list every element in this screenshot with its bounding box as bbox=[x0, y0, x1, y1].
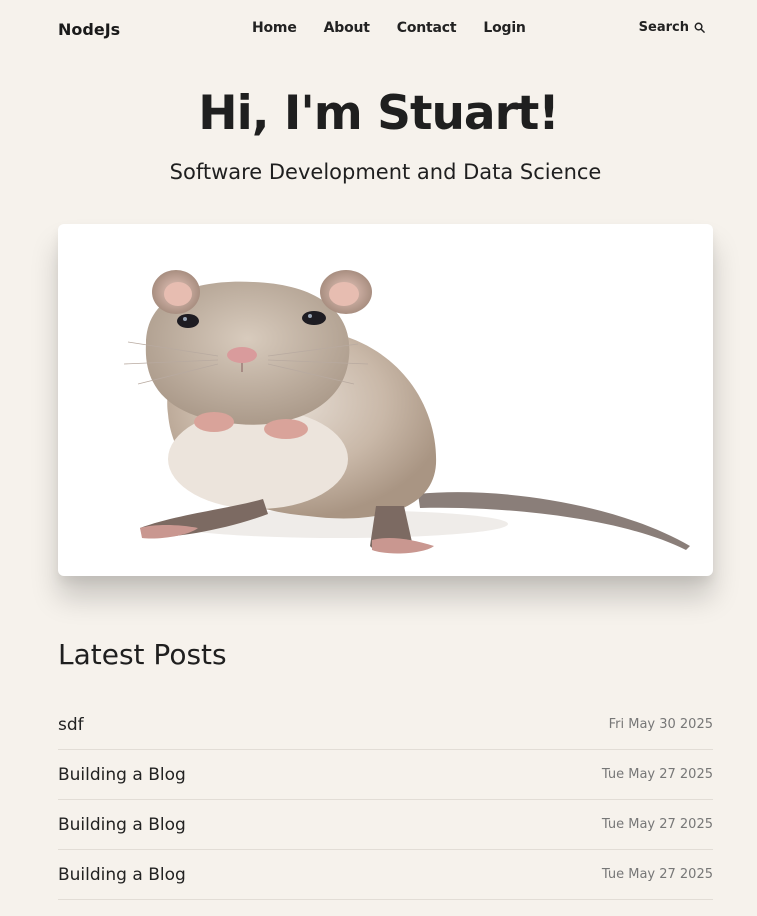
search-button[interactable]: Search bbox=[639, 20, 705, 35]
post-link[interactable]: Building a Blog Tue May 27 2025 bbox=[58, 800, 713, 850]
post-date: Tue May 27 2025 bbox=[601, 867, 713, 882]
search-icon bbox=[694, 22, 705, 33]
hero-title: Hi, I'm Stuart! bbox=[198, 86, 559, 141]
search-label: Search bbox=[638, 20, 689, 35]
post-link[interactable]: Building a Blog Tue May 27 2025 bbox=[58, 850, 713, 900]
post-date: Tue May 27 2025 bbox=[601, 767, 713, 782]
site-header: NodeJs Home About Contact Login Search bbox=[58, 0, 713, 58]
post-list-item: Building a Blog Tue May 27 2025 bbox=[58, 850, 713, 900]
nav-home-link[interactable]: Home bbox=[252, 20, 297, 36]
post-title: sdf bbox=[58, 714, 84, 735]
site-logo[interactable]: NodeJs bbox=[58, 20, 120, 39]
hero-image bbox=[58, 224, 713, 576]
post-date: Fri May 30 2025 bbox=[608, 717, 713, 732]
post-link[interactable]: sdf Fri May 30 2025 bbox=[58, 700, 713, 750]
post-list-item: sdf Fri May 30 2025 bbox=[58, 700, 713, 750]
post-list: sdf Fri May 30 2025 Building a Blog Tue … bbox=[58, 700, 713, 900]
post-link[interactable]: Building a Blog Tue May 27 2025 bbox=[58, 750, 713, 800]
post-list-item: Building a Blog Tue May 27 2025 bbox=[58, 750, 713, 800]
nav-contact-link[interactable]: Contact bbox=[397, 20, 457, 36]
mouse-illustration bbox=[123, 270, 690, 554]
nav-about-link[interactable]: About bbox=[324, 20, 370, 36]
post-title: Building a Blog bbox=[58, 814, 186, 835]
post-title: Building a Blog bbox=[58, 864, 186, 885]
post-date: Tue May 27 2025 bbox=[601, 817, 713, 832]
nav-login-link[interactable]: Login bbox=[483, 20, 526, 36]
hero-subtitle: Software Development and Data Science bbox=[169, 160, 602, 184]
post-list-item: Building a Blog Tue May 27 2025 bbox=[58, 800, 713, 850]
latest-posts-heading: Latest Posts bbox=[58, 638, 227, 671]
main-nav: Home About Contact Login bbox=[252, 20, 526, 36]
post-title: Building a Blog bbox=[58, 764, 186, 785]
